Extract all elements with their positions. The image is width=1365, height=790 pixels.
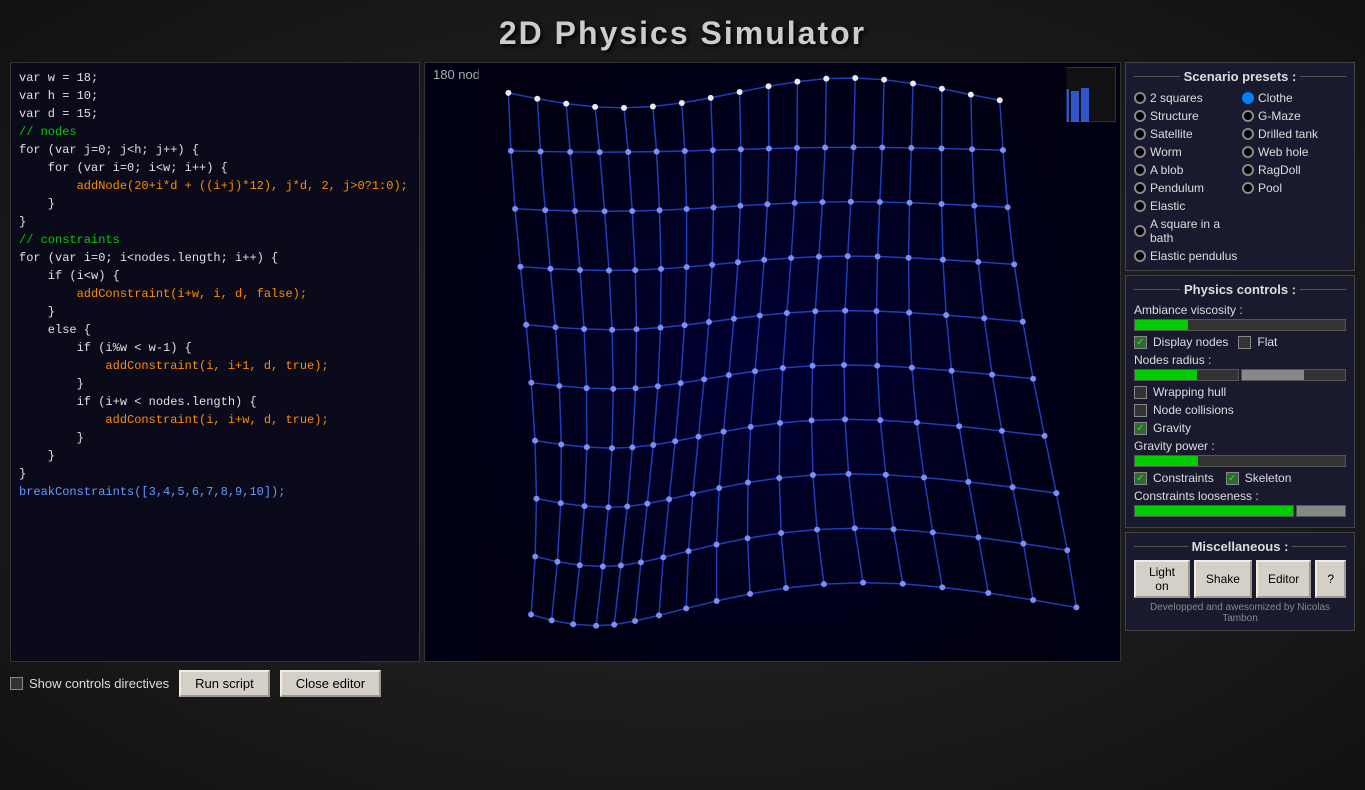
run-script-button[interactable]: Run script [179, 670, 270, 697]
radio-pool[interactable] [1242, 182, 1254, 194]
preset-structure[interactable]: Structure [1134, 108, 1238, 124]
constraints-looseness-slider-2[interactable] [1296, 505, 1346, 517]
preset-pool[interactable]: Pool [1242, 180, 1346, 196]
ambiance-viscosity-label: Ambiance viscosity : [1134, 303, 1346, 317]
radio-ragdoll[interactable] [1242, 164, 1254, 176]
radio-structure[interactable] [1134, 110, 1146, 122]
radio-pendulum[interactable] [1134, 182, 1146, 194]
app-title: 2D Physics Simulator [499, 15, 866, 51]
constraints-looseness-label: Constraints looseness : [1134, 489, 1346, 503]
show-controls-checkbox[interactable] [10, 677, 23, 690]
right-panel: Scenario presets : 2 squaresClotheStruct… [1125, 62, 1355, 662]
radio-elastic-pendulus[interactable] [1134, 250, 1146, 262]
radio-worm[interactable] [1134, 146, 1146, 158]
scenario-presets-section: Scenario presets : 2 squaresClotheStruct… [1125, 62, 1355, 271]
preset-elastic[interactable]: Elastic [1134, 198, 1238, 214]
wrapping-hull-label: Wrapping hull [1153, 385, 1226, 399]
radio-drilled-tank[interactable] [1242, 128, 1254, 140]
preset-2-squares[interactable]: 2 squares [1134, 90, 1238, 106]
constraints-checkbox[interactable] [1134, 472, 1147, 485]
radio-a-square-in-a-bath[interactable] [1134, 225, 1146, 237]
gravity-power-slider[interactable] [1134, 455, 1346, 467]
preset-web-hole[interactable]: Web hole [1242, 144, 1346, 160]
preset-pendulum[interactable]: Pendulum [1134, 180, 1238, 196]
preset-elastic-pendulus[interactable]: Elastic pendulus [1134, 248, 1238, 264]
ambiance-viscosity-slider[interactable] [1134, 319, 1346, 331]
simulation-canvas[interactable]: 180 nodes 604 constraints 66 fps [424, 62, 1121, 662]
nodes-radius-slider-2[interactable] [1241, 369, 1346, 381]
shake-button[interactable]: Shake [1194, 560, 1252, 598]
title-bar: 2D Physics Simulator [0, 0, 1365, 62]
wrapping-hull-checkbox[interactable] [1134, 386, 1147, 399]
scenario-presets-title: Scenario presets : [1134, 69, 1346, 84]
constraints-label: Constraints [1153, 471, 1214, 485]
miscellaneous-title: Miscellaneous : [1134, 539, 1346, 554]
display-nodes-checkbox[interactable] [1134, 336, 1147, 349]
credit-text: Developped and awesomized by Nicolas Tam… [1134, 602, 1346, 624]
physics-controls-section: Physics controls : Ambiance viscosity : … [1125, 275, 1355, 528]
radio-elastic[interactable] [1134, 200, 1146, 212]
editor-button[interactable]: Editor [1256, 560, 1311, 598]
preset-worm[interactable]: Worm [1134, 144, 1238, 160]
skeleton-checkbox[interactable] [1226, 472, 1239, 485]
code-editor[interactable]: var w = 18;var h = 10;var d = 15;// node… [10, 62, 420, 662]
preset-a-square-in-a-bath[interactable]: A square in a bath [1134, 216, 1238, 246]
preset-ragdoll[interactable]: RagDoll [1242, 162, 1346, 178]
gravity-power-label: Gravity power : [1134, 439, 1346, 453]
radio-clothe[interactable] [1242, 92, 1254, 104]
preset-drilled-tank[interactable]: Drilled tank [1242, 126, 1346, 142]
flat-checkbox[interactable] [1238, 336, 1251, 349]
gravity-label: Gravity [1153, 421, 1191, 435]
preset-a-blob[interactable]: A blob [1134, 162, 1238, 178]
preset-clothe[interactable]: Clothe [1242, 90, 1346, 106]
gravity-checkbox[interactable] [1134, 422, 1147, 435]
nodes-radius-slider-1[interactable] [1134, 369, 1239, 381]
skeleton-label: Skeleton [1245, 471, 1292, 485]
miscellaneous-section: Miscellaneous : Light on Shake Editor ? … [1125, 532, 1355, 631]
radio-a-blob[interactable] [1134, 164, 1146, 176]
node-collisions-label: Node collisions [1153, 403, 1234, 417]
radio-satellite[interactable] [1134, 128, 1146, 140]
radio-2-squares[interactable] [1134, 92, 1146, 104]
bottom-bar: Show controls directives Run script Clos… [0, 662, 1365, 705]
radio-web-hole[interactable] [1242, 146, 1254, 158]
constraints-looseness-slider-1[interactable] [1134, 505, 1294, 517]
nodes-radius-label: Nodes radius : [1134, 353, 1346, 367]
display-nodes-label: Display nodes [1153, 335, 1228, 349]
preset-satellite[interactable]: Satellite [1134, 126, 1238, 142]
radio-g-maze[interactable] [1242, 110, 1254, 122]
help-button[interactable]: ? [1315, 560, 1346, 598]
node-collisions-checkbox[interactable] [1134, 404, 1147, 417]
flat-label: Flat [1257, 335, 1277, 349]
show-controls-label: Show controls directives [29, 676, 169, 691]
light-on-button[interactable]: Light on [1134, 560, 1190, 598]
preset-g-maze[interactable]: G-Maze [1242, 108, 1346, 124]
cloth-simulation [425, 63, 1120, 661]
close-editor-button[interactable]: Close editor [280, 670, 381, 697]
physics-controls-title: Physics controls : [1134, 282, 1346, 297]
